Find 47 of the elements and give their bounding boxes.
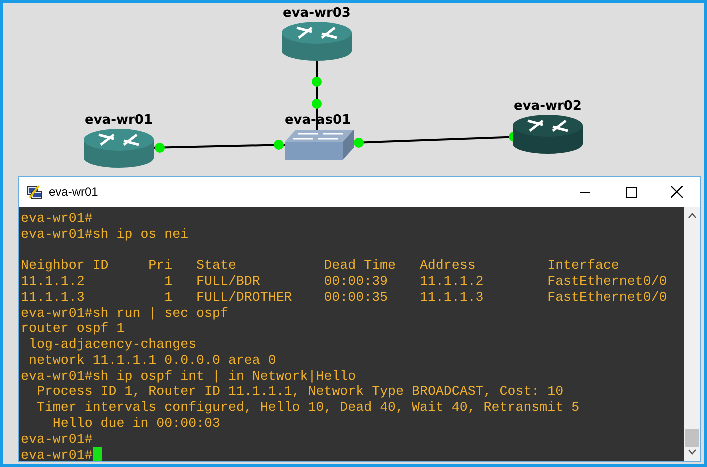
table-cell: FULL/DROTHER — [196, 290, 292, 305]
column-header: State — [196, 258, 236, 274]
scroll-down-icon[interactable] — [688, 449, 696, 455]
table-cell: 00:00:35 — [324, 290, 388, 305]
terminal-line: network 11.1.1.1 0.0.0.0 area 0 — [28, 352, 276, 368]
router-icon[interactable] — [84, 129, 154, 168]
column-header: Address — [420, 258, 476, 274]
node-label: eva-wr01 — [85, 113, 153, 128]
terminal-line: eva-wr01#sh ip ospf int | in Network|Hello — [21, 368, 356, 384]
table-cell: 11.1.1.2 — [420, 274, 484, 289]
router-icon[interactable] — [282, 22, 352, 61]
terminal-line: Timer intervals configured, Hello 10, Dead 40, Wait 40, Retransmit 5 — [36, 400, 580, 415]
table-cell: FastEthernet0/0 — [548, 274, 668, 289]
window-title: eva-wr01 — [49, 184, 100, 201]
link-line — [316, 61, 318, 131]
column-header: Neighbor ID — [21, 258, 109, 274]
scrollbar[interactable] — [684, 207, 700, 461]
scroll-up-icon[interactable] — [688, 213, 696, 219]
table-cell: FULL/BDR — [196, 274, 260, 289]
terminal-app-icon — [27, 184, 43, 200]
table-cell: 11.1.1.3 — [420, 290, 484, 305]
terminal-line: eva-wr01# — [21, 432, 93, 446]
node-label: eva-wr02 — [514, 99, 582, 114]
terminal-line: router ospf 1 — [21, 321, 125, 336]
node-label: eva-wr03 — [283, 6, 351, 21]
terminal-line: eva-wr01#sh run | sec ospf — [21, 306, 228, 320]
cursor — [92, 447, 102, 461]
column-header: Pri — [148, 258, 173, 274]
table-cell: 11.1.1.2 — [21, 274, 85, 289]
terminal-line: eva-wr01# — [21, 211, 93, 226]
column-header: Interface — [548, 258, 620, 274]
terminal-line: Hello due in 00:00:03 — [52, 416, 220, 431]
router-icon[interactable] — [513, 115, 583, 154]
terminal-line: eva-wr01# — [21, 448, 93, 461]
close-icon — [671, 186, 683, 198]
table-cell: 1 — [164, 290, 173, 305]
table-cell: FastEthernet0/0 — [548, 290, 668, 305]
table-cell: 1 — [164, 274, 173, 289]
terminal-line: log-adjacency-changes — [28, 337, 197, 352]
terminal-line: Process ID 1, Router ID 11.1.1.1, Network Type BROADCAST, Cost: 10 — [36, 384, 564, 400]
table-cell: 00:00:39 — [324, 274, 388, 289]
maximize-icon — [626, 186, 636, 198]
column-header: Dead Time — [324, 258, 396, 274]
switch-icon[interactable] — [285, 130, 354, 160]
scroll-thumb[interactable] — [685, 429, 699, 447]
terminal-line: eva-wr01#sh ip os nei — [21, 226, 189, 242]
table-cell: 11.1.1.3 — [21, 290, 85, 305]
